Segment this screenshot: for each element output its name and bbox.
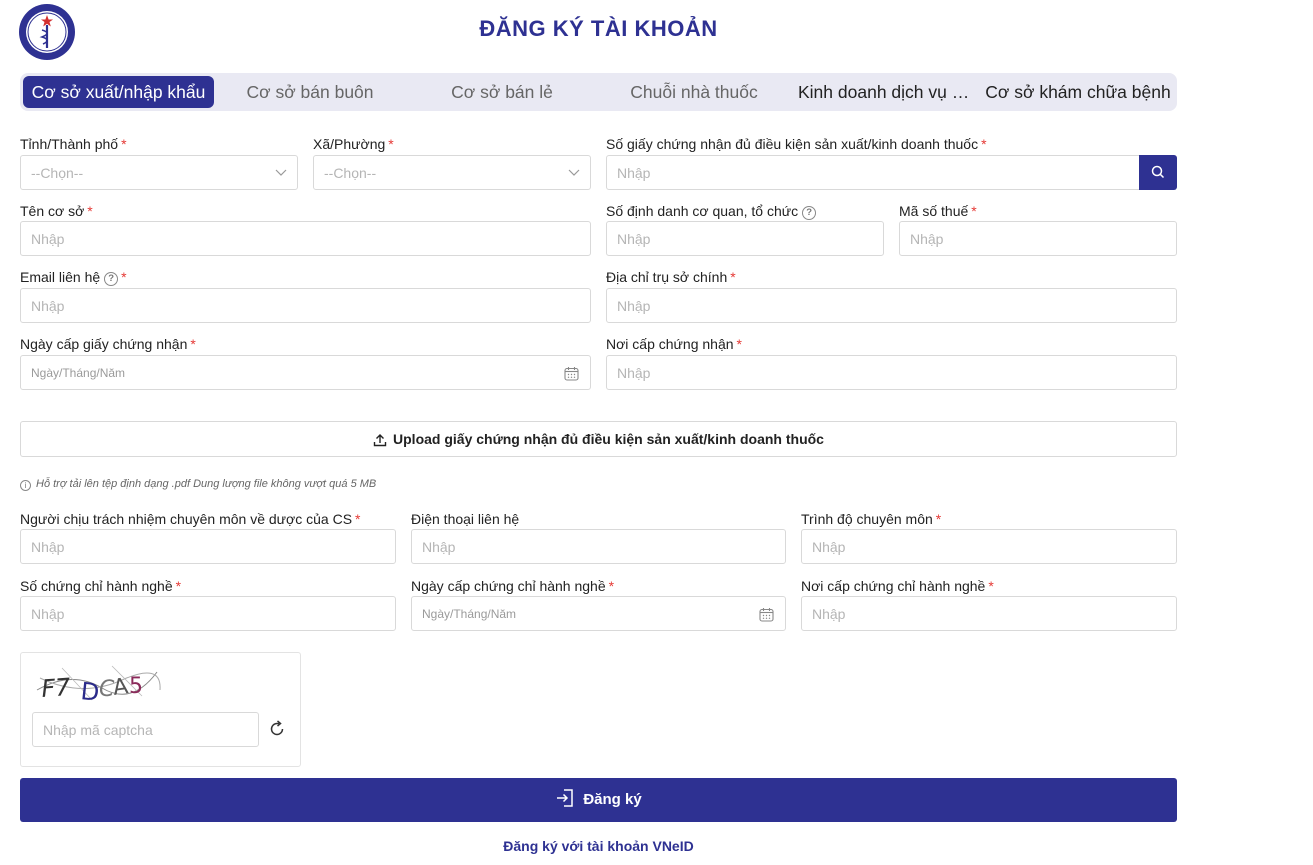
calendar-icon [564, 367, 579, 381]
issue-place-field[interactable] [606, 355, 1177, 390]
email-input[interactable] [21, 289, 590, 322]
responsible-person-input[interactable] [21, 530, 395, 563]
upload-icon [373, 434, 387, 447]
address-field[interactable] [606, 288, 1177, 323]
facility-type-tabs: Cơ sở xuất/nhập khẩu Cơ sở bán buôn Cơ s… [20, 73, 1177, 111]
tab-pharmacy-chain[interactable]: Chuỗi nhà thuốc [598, 76, 790, 108]
ward-label: Xã/Phường * [313, 136, 394, 152]
qualification-input[interactable] [802, 530, 1176, 563]
help-icon[interactable]: ? [104, 272, 119, 286]
phone-input[interactable] [412, 530, 785, 563]
refresh-icon[interactable] [267, 719, 287, 739]
certificate-number-input[interactable] [607, 156, 1139, 189]
issue-date-label: Ngày cấp giấy chứng nhận * [20, 336, 196, 352]
email-field[interactable] [20, 288, 591, 323]
practice-cert-date-label: Ngày cấp chứng chỉ hành nghề * [411, 578, 615, 594]
practice-cert-place-input[interactable] [802, 597, 1176, 630]
captcha-input[interactable] [33, 713, 258, 746]
tab-clinic[interactable]: Cơ sở khám chữa bệnh [982, 76, 1174, 108]
login-icon [557, 789, 574, 807]
register-label: Đăng ký [583, 791, 642, 808]
calendar-icon [759, 608, 774, 622]
practice-cert-number-field[interactable] [20, 596, 396, 631]
address-label: Địa chỉ trụ sở chính * [606, 269, 736, 285]
info-icon: i [20, 480, 31, 491]
qualification-label: Trình độ chuyên môn * [801, 511, 942, 527]
email-label: Email liên hệ? * [20, 269, 127, 286]
tax-code-field[interactable] [899, 221, 1177, 256]
province-select[interactable] [20, 155, 298, 190]
responsible-person-field[interactable] [20, 529, 396, 564]
facility-name-input[interactable] [21, 222, 590, 255]
practice-cert-place-label: Nơi cấp chứng chỉ hành nghề * [801, 578, 994, 594]
province-label: Tỉnh/Thành phố * [20, 136, 127, 152]
practice-cert-number-input[interactable] [21, 597, 395, 630]
chevron-down-icon [568, 169, 580, 176]
practice-cert-date-picker[interactable] [411, 596, 786, 631]
search-icon [1151, 165, 1165, 179]
help-icon[interactable]: ? [802, 206, 817, 220]
issue-date-input[interactable] [21, 356, 590, 389]
issue-date-picker[interactable] [20, 355, 591, 390]
org-identifier-input[interactable] [607, 222, 883, 255]
svg-text:F7: F7 [40, 673, 72, 703]
phone-label: Điện thoại liên hệ [411, 511, 520, 527]
captcha-image: F7 D C A 5 [32, 660, 162, 707]
ward-select[interactable] [313, 155, 591, 190]
tab-wholesale[interactable]: Cơ sở bán buôn [214, 76, 406, 108]
qualification-field[interactable] [801, 529, 1177, 564]
responsible-person-label: Người chịu trách nhiệm chuyên môn về dượ… [20, 511, 361, 527]
certificate-number-field[interactable] [606, 155, 1140, 190]
tax-code-input[interactable] [900, 222, 1176, 255]
practice-cert-number-label: Số chứng chỉ hành nghề * [20, 578, 182, 594]
page-title: ĐĂNG KÝ TÀI KHOẢN [479, 16, 718, 41]
upload-label: Upload giấy chứng nhận đủ điều kiện sản … [393, 431, 824, 447]
tax-code-label: Mã số thuế * [899, 203, 977, 219]
issue-place-label: Nơi cấp chứng nhận * [606, 336, 742, 352]
issue-place-input[interactable] [607, 356, 1176, 389]
svg-text:5: 5 [129, 674, 143, 699]
certificate-number-label: Số giấy chứng nhận đủ điều kiện sản xuất… [606, 136, 987, 152]
chevron-down-icon [275, 169, 287, 176]
register-button[interactable]: Đăng ký [20, 778, 1177, 822]
upload-hint: i Hỗ trợ tải lên tệp định dạng .pdf Dung … [20, 478, 376, 491]
facility-name-field[interactable] [20, 221, 591, 256]
address-input[interactable] [607, 289, 1176, 322]
tab-storage-service[interactable]: Kinh doanh dịch vụ bảo quản thuốc [798, 76, 974, 108]
svg-text:D: D [79, 677, 100, 706]
facility-name-label: Tên cơ sở * [20, 203, 93, 219]
captcha-field[interactable] [32, 712, 259, 747]
practice-cert-date-input[interactable] [412, 597, 785, 630]
vneid-register-link[interactable]: Đăng ký với tài khoản VNeID [0, 838, 1197, 854]
org-identifier-label: Số định danh cơ quan, tổ chức? [606, 203, 817, 220]
practice-cert-place-field[interactable] [801, 596, 1177, 631]
tab-retail[interactable]: Cơ sở bán lẻ [406, 76, 598, 108]
province-input[interactable] [21, 156, 297, 189]
upload-certificate-button[interactable]: Upload giấy chứng nhận đủ điều kiện sản … [20, 421, 1177, 457]
org-identifier-field[interactable] [606, 221, 884, 256]
search-button[interactable] [1139, 155, 1177, 190]
ward-input[interactable] [314, 156, 590, 189]
tab-import-export[interactable]: Cơ sở xuất/nhập khẩu [23, 76, 214, 108]
phone-field[interactable] [411, 529, 786, 564]
